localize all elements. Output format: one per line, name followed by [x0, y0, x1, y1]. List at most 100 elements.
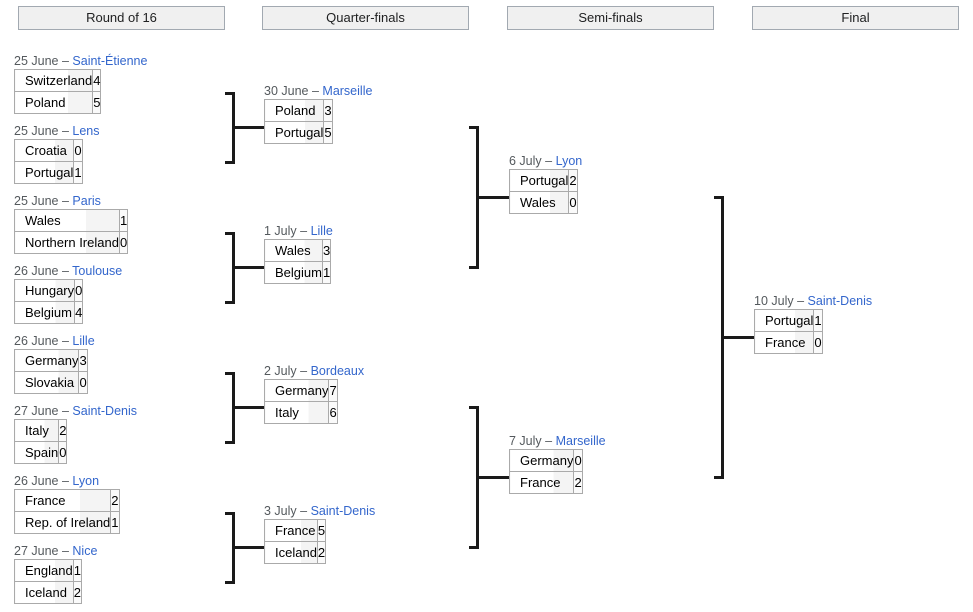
round-header-quarter-finals: Quarter-finals	[262, 6, 469, 30]
match-date: 3 July – Saint-Denis	[264, 504, 375, 518]
team-score: 1	[321, 261, 332, 284]
match-venue-link[interactable]: Lens	[72, 124, 99, 138]
match-venue-link[interactable]: Saint-Étienne	[72, 54, 147, 68]
match-date-text: 7 July	[509, 434, 542, 448]
match-table: France 5 Iceland 2	[264, 519, 327, 564]
team-name: Iceland	[264, 541, 318, 564]
table-row[interactable]: Slovakia 0	[13, 371, 88, 394]
table-row[interactable]: Portugal 1	[753, 309, 823, 332]
match-venue-link[interactable]: Lille	[311, 224, 333, 238]
table-row[interactable]: Italy 2	[13, 419, 68, 442]
round-header-label: Quarter-finals	[326, 10, 405, 25]
match-date-text: 10 July	[754, 294, 794, 308]
match-date: 6 July – Lyon	[509, 154, 582, 168]
team-name: Belgium	[264, 261, 323, 284]
match-venue-link[interactable]: Toulouse	[72, 264, 122, 278]
match-venue-link[interactable]: Bordeaux	[311, 364, 365, 378]
team-score: 1	[72, 559, 82, 582]
team-name: Germany	[508, 449, 575, 472]
round-header-label: Semi-finals	[578, 10, 643, 25]
table-row[interactable]: Northern Ireland 0	[14, 231, 129, 254]
team-name: Portugal	[508, 169, 570, 192]
match-date-text: 26 June	[14, 474, 59, 488]
team-score: 4	[92, 69, 102, 92]
team-score: 1	[110, 511, 120, 534]
connector-r16-qf-2-stem	[232, 266, 266, 269]
round-header-final: Final	[752, 6, 959, 30]
table-row[interactable]: Germany 3	[13, 349, 88, 372]
table-row[interactable]: Portugal 5	[263, 121, 333, 144]
table-row[interactable]: Switzerland 4	[13, 69, 102, 92]
team-score: 4	[74, 301, 84, 324]
table-row[interactable]: Belgium 4	[13, 301, 84, 324]
table-row[interactable]: Wales 1	[14, 209, 129, 232]
table-row[interactable]: Wales 3	[264, 239, 332, 262]
table-row[interactable]: Spain 0	[13, 441, 68, 464]
table-row[interactable]: Poland 5	[13, 91, 102, 114]
team-score: 3	[78, 349, 88, 372]
team-name: Portugal	[263, 121, 325, 144]
table-row[interactable]: Portugal 2	[508, 169, 578, 192]
match-table: France 2 Rep. of Ireland 1	[13, 489, 120, 534]
team-name: Belgium	[13, 301, 76, 324]
match-venue-link[interactable]: Marseille	[556, 434, 606, 448]
team-score: 5	[316, 519, 327, 542]
table-row[interactable]: Italy 6	[263, 401, 338, 424]
table-row[interactable]: England 1	[14, 559, 82, 582]
table-row[interactable]: Iceland 2	[14, 581, 82, 604]
team-score: 7	[328, 379, 338, 402]
team-score: 0	[73, 139, 83, 162]
table-row[interactable]: Germany 0	[508, 449, 583, 472]
table-row[interactable]: Belgium 1	[264, 261, 332, 284]
table-row[interactable]: Germany 7	[263, 379, 338, 402]
match-venue-link[interactable]: Lyon	[556, 154, 583, 168]
table-row[interactable]: Poland 3	[263, 99, 333, 122]
match-date-separator: –	[300, 364, 308, 378]
team-name: France	[264, 519, 318, 542]
table-row[interactable]: Rep. of Ireland 1	[13, 511, 120, 534]
match-date-separator: –	[61, 474, 69, 488]
team-name: Spain	[13, 441, 60, 464]
table-row[interactable]: Croatia 0	[13, 139, 83, 162]
match-table: Hungary 0 Belgium 4	[13, 279, 84, 324]
team-score: 1	[118, 209, 129, 232]
connector-qf-sf-2-stem	[476, 476, 511, 479]
match-date-separator: –	[300, 504, 308, 518]
match-date-separator: –	[797, 294, 805, 308]
match-venue-link[interactable]: Lyon	[72, 474, 99, 488]
team-name: Hungary	[13, 279, 76, 302]
match-venue-link[interactable]: Marseille	[322, 84, 372, 98]
table-row[interactable]: France 2	[508, 471, 583, 494]
match-date-text: 30 June	[264, 84, 309, 98]
table-row[interactable]: Portugal 1	[13, 161, 83, 184]
table-row[interactable]: Hungary 0	[13, 279, 84, 302]
table-row[interactable]: France 2	[13, 489, 120, 512]
match-date: 1 July – Lille	[264, 224, 333, 238]
team-score: 3	[321, 239, 332, 262]
match-date: 27 June – Nice	[14, 544, 97, 558]
team-score: 0	[568, 191, 578, 214]
match-date-separator: –	[61, 334, 69, 348]
match-venue-link[interactable]: Paris	[72, 194, 100, 208]
team-score: 5	[92, 91, 102, 114]
team-name: Northern Ireland	[14, 231, 120, 254]
match-venue-link[interactable]: Nice	[72, 544, 97, 558]
match-date: 30 June – Marseille	[264, 84, 372, 98]
match-date-text: 6 July	[509, 154, 542, 168]
match-date-text: 27 June	[14, 544, 59, 558]
match-venue-link[interactable]: Saint-Denis	[808, 294, 873, 308]
table-row[interactable]: France 0	[753, 331, 823, 354]
match-venue-link[interactable]: Saint-Denis	[311, 504, 376, 518]
round-header-semi-finals: Semi-finals	[507, 6, 714, 30]
table-row[interactable]: Wales 0	[508, 191, 578, 214]
team-score: 1	[813, 309, 823, 332]
team-name: Italy	[263, 401, 330, 424]
team-name: Wales	[14, 209, 120, 232]
match-table: Germany 7 Italy 6	[263, 379, 338, 424]
match-venue-link[interactable]: Lille	[72, 334, 94, 348]
match-venue-link[interactable]: Saint-Denis	[72, 404, 137, 418]
table-row[interactable]: Iceland 2	[264, 541, 327, 564]
match-date-text: 3 July	[264, 504, 297, 518]
match-date-text: 26 June	[14, 264, 59, 278]
table-row[interactable]: France 5	[264, 519, 327, 542]
